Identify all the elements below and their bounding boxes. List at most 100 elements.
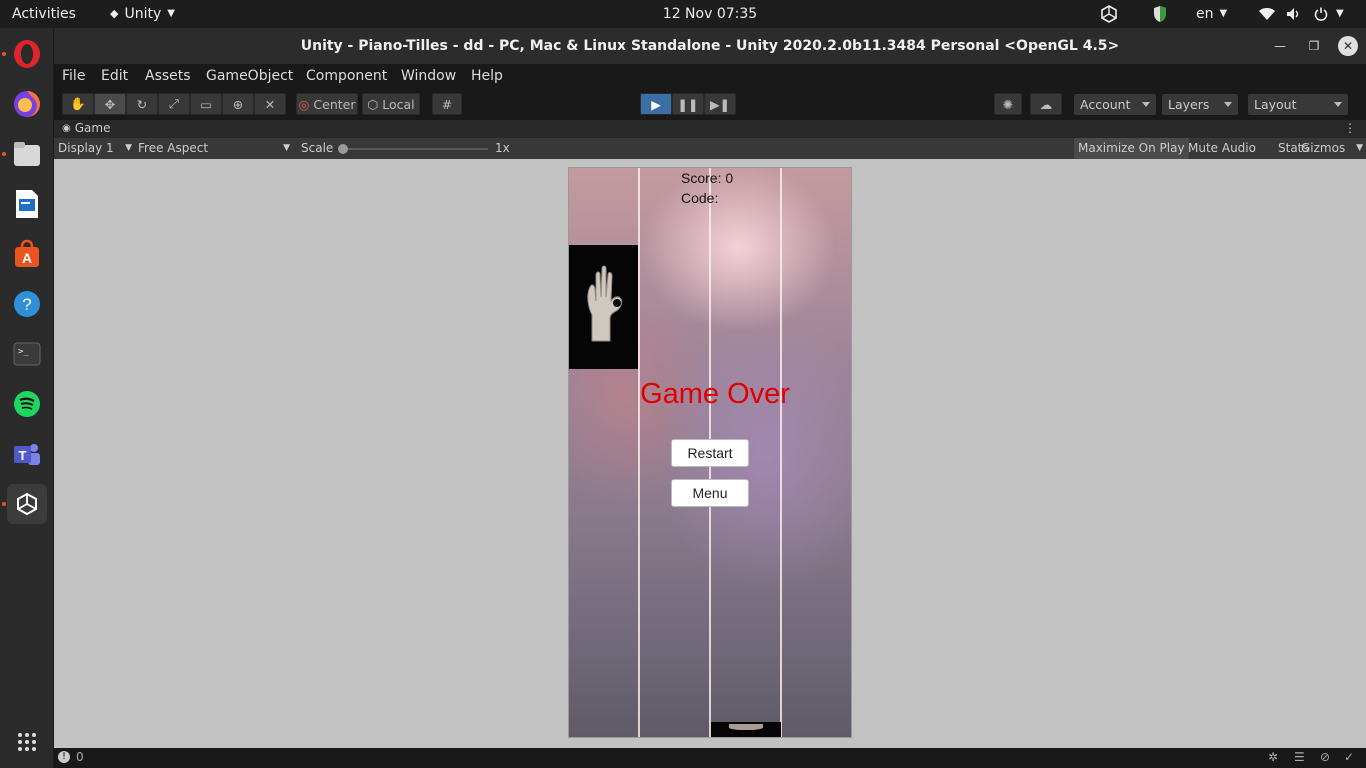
play-button[interactable]: ▶ (640, 93, 672, 115)
spotify-icon[interactable] (7, 384, 47, 424)
console-status[interactable]: ! 0 (58, 750, 84, 764)
cloud-icon[interactable]: ☁ (1030, 93, 1062, 115)
piano-tile[interactable] (569, 245, 638, 369)
opera-icon[interactable] (7, 34, 47, 74)
app-menu[interactable]: ◆ Unity ▼ (110, 0, 175, 28)
hand-tool-icon[interactable]: ✋ (62, 93, 94, 115)
chevron-down-icon (1142, 102, 1150, 107)
cache-icon[interactable]: ☰ (1294, 750, 1305, 764)
game-tab-bar: ◉ Game ⋮ (54, 120, 1366, 138)
grid-snap-icon[interactable]: # (432, 93, 462, 115)
mute-audio-toggle[interactable]: Mute Audio (1184, 138, 1260, 159)
scale-label: Scale (301, 141, 334, 155)
auto-generate-icon[interactable]: ⊘ (1320, 750, 1330, 764)
power-icon[interactable] (1314, 0, 1328, 28)
rect-tool-icon[interactable]: ▭ (190, 93, 222, 115)
menu-assets[interactable]: Assets (145, 68, 191, 84)
lane-divider (780, 168, 782, 737)
running-indicator (2, 152, 6, 156)
game-view-controls: Display 1 ▼ Free Aspect ▼ Scale 1x Maxim… (54, 138, 1366, 159)
account-label: Account (1080, 97, 1131, 112)
info-icon: ! (58, 751, 70, 763)
game-viewport[interactable]: Score: 0 Code: Game Over Restart Menu (54, 159, 1366, 748)
rotate-tool-icon[interactable]: ↻ (126, 93, 158, 115)
custom-tool-icon[interactable]: ✕ (254, 93, 286, 115)
kebab-menu-icon[interactable]: ⋮ (1344, 121, 1356, 135)
menu-bar: File Edit Assets GameObject Component Wi… (54, 64, 1366, 89)
menu-help[interactable]: Help (471, 68, 503, 84)
piano-tile[interactable] (711, 722, 781, 737)
writer-icon[interactable] (7, 184, 47, 224)
svg-text:A: A (22, 250, 32, 266)
menu-component[interactable]: Component (306, 68, 387, 84)
account-dropdown[interactable]: Account (1074, 94, 1156, 115)
chevron-down-icon: ▼ (283, 143, 290, 153)
menu-edit[interactable]: Edit (101, 68, 128, 84)
bug-off-icon[interactable]: ✲ (1268, 750, 1278, 764)
teams-icon[interactable]: T (7, 434, 47, 474)
pivot-local-button[interactable]: ⬡ Local (362, 93, 420, 115)
gamepad-icon: ◉ (62, 122, 71, 134)
terminal-icon[interactable]: >_ (7, 334, 47, 374)
gizmos-dropdown[interactable]: Gizmos ▼ (1297, 138, 1363, 159)
step-button[interactable]: ▶❚ (704, 93, 736, 115)
app-menu-label: Unity (124, 6, 162, 22)
menu-button[interactable]: Menu (671, 479, 749, 507)
window-title: Unity - Piano-Tilles - dd - PC, Mac & Li… (300, 38, 1120, 54)
collab-icon[interactable]: ✺ (994, 93, 1022, 115)
progress-check-icon[interactable]: ✓ (1344, 750, 1354, 764)
unity-small-icon: ◆ (110, 7, 119, 20)
maximize-on-play-toggle[interactable]: Maximize On Play (1074, 138, 1189, 159)
move-tool-icon[interactable]: ✥ (94, 93, 126, 115)
menu-file[interactable]: File (62, 68, 85, 84)
pivot-icon: ◎ (298, 96, 310, 112)
layout-dropdown[interactable]: Layout (1248, 94, 1348, 115)
unity-tray-icon[interactable] (1100, 0, 1118, 28)
scale-tool-icon[interactable]: ⤢ (158, 93, 190, 115)
window-titlebar[interactable]: Unity - Piano-Tilles - dd - PC, Mac & Li… (54, 28, 1366, 64)
help-icon[interactable]: ? (7, 284, 47, 324)
space-label: Local (382, 96, 415, 112)
wifi-icon[interactable] (1258, 0, 1276, 28)
chevron-down-icon[interactable]: ▼ (1336, 0, 1344, 28)
language-menu[interactable]: en ▼ (1196, 0, 1227, 28)
scale-slider-thumb[interactable] (338, 144, 348, 154)
tab-game[interactable]: ◉ Game (62, 121, 110, 135)
display-dropdown[interactable]: Display 1 ▼ (58, 138, 132, 159)
close-button[interactable]: ✕ (1338, 36, 1358, 56)
hand-gesture-icon (729, 724, 763, 730)
maximize-button[interactable]: ❐ (1304, 36, 1324, 56)
pivot-center-button[interactable]: ◎ Center (296, 93, 358, 115)
menu-gameobject[interactable]: GameObject (206, 68, 293, 84)
clock[interactable]: 12 Nov 07:35 (640, 0, 780, 28)
chevron-down-icon (1334, 102, 1342, 107)
aspect-label: Free Aspect (138, 141, 209, 155)
tab-game-label: Game (74, 121, 111, 135)
layers-dropdown[interactable]: Layers (1162, 94, 1238, 115)
chevron-down-icon (1224, 102, 1232, 107)
chevron-down-icon: ▼ (125, 143, 132, 153)
menu-window[interactable]: Window (401, 68, 456, 84)
language-label: en (1196, 6, 1214, 22)
firefox-icon[interactable] (7, 84, 47, 124)
minimize-button[interactable]: — (1270, 36, 1290, 56)
transform-tool-icon[interactable]: ⊕ (222, 93, 254, 115)
game-canvas[interactable]: Score: 0 Code: Game Over Restart Menu (568, 167, 852, 738)
dock: A ? >_ T (0, 28, 54, 768)
files-icon[interactable] (7, 134, 47, 174)
app-grid-icon[interactable] (7, 722, 47, 762)
aspect-dropdown[interactable]: Free Aspect ▼ (138, 138, 290, 159)
chevron-down-icon: ▼ (1219, 8, 1228, 19)
gizmos-label: Gizmos (1301, 141, 1346, 155)
running-indicator (2, 52, 6, 56)
volume-icon[interactable] (1286, 0, 1302, 28)
software-icon[interactable]: A (7, 234, 47, 274)
shield-icon[interactable] (1152, 0, 1168, 28)
activities-button[interactable]: Activities (12, 0, 76, 28)
unity-icon[interactable] (7, 484, 47, 524)
chevron-down-icon: ▼ (167, 8, 175, 19)
pause-button[interactable]: ❚❚ (672, 93, 704, 115)
game-over-text: Game Over (640, 378, 790, 410)
scale-slider[interactable] (338, 144, 488, 154)
restart-button[interactable]: Restart (671, 439, 749, 467)
